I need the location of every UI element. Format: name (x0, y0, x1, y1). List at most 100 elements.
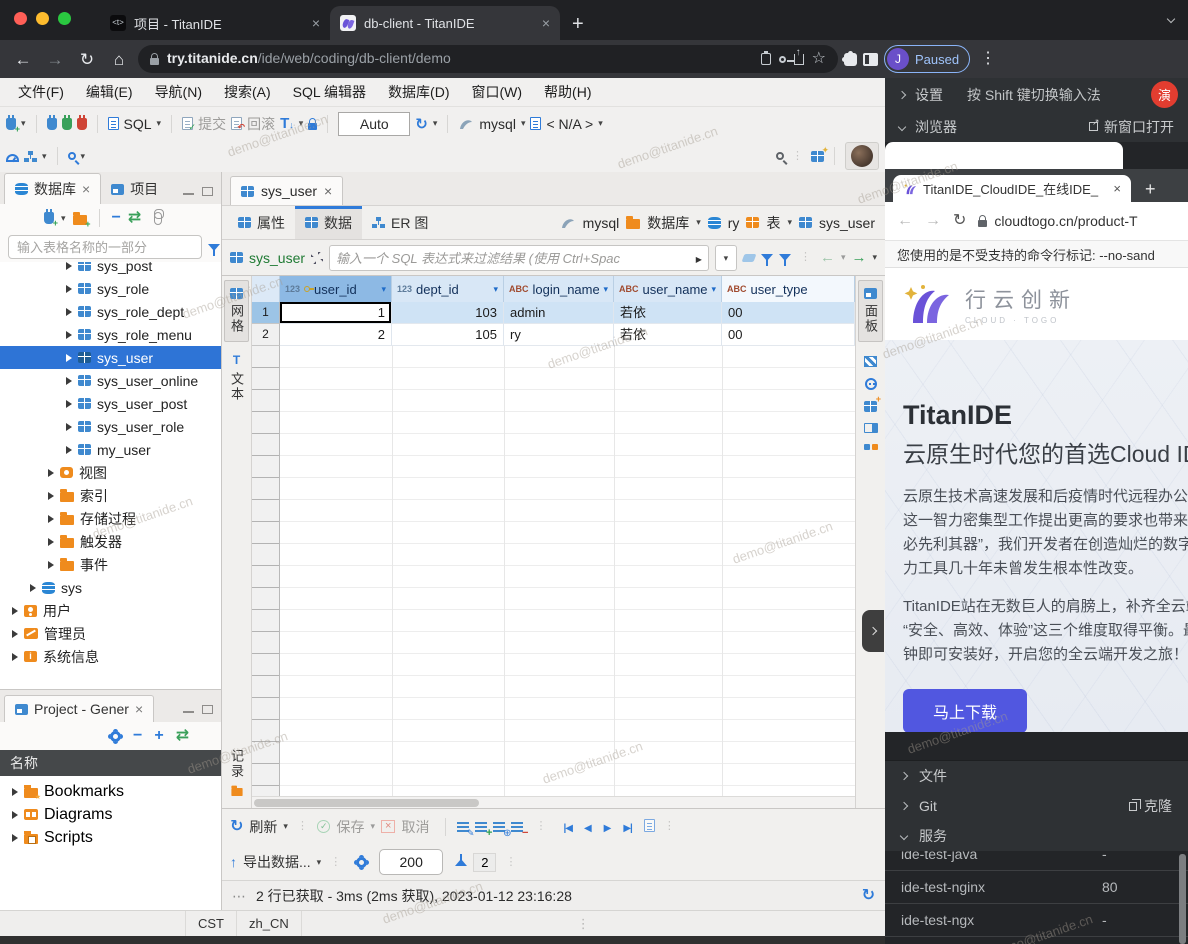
expand-icon[interactable] (66, 446, 72, 454)
save-filter-icon[interactable] (761, 254, 773, 261)
column-header-user-id[interactable]: 123 user_id (280, 276, 392, 302)
expand-icon[interactable] (12, 834, 18, 842)
lock-transaction-icon[interactable] (308, 123, 317, 130)
refresh-icon[interactable] (230, 819, 243, 835)
preview-tab[interactable]: TitanIDE_CloudIDE_在线IDE_ (893, 175, 1131, 202)
aggregate-icons[interactable] (864, 444, 878, 450)
home-button[interactable] (106, 51, 132, 68)
active-connection-select[interactable]: mysql (479, 116, 516, 132)
tree-item-procedures[interactable]: 存储过程 (0, 507, 221, 530)
service-row-ngx[interactable]: ide-test-ngx - (885, 904, 1188, 937)
fetch-size-input[interactable] (379, 849, 443, 875)
project-item-scripts[interactable]: Scripts (0, 826, 221, 849)
close-view-icon[interactable] (82, 182, 90, 196)
caret-icon[interactable] (696, 218, 701, 227)
expand-icon[interactable] (48, 561, 54, 569)
result-settings-icon[interactable] (356, 857, 367, 868)
expand-icon[interactable] (66, 308, 72, 316)
new-connection-icon[interactable]: + (6, 118, 16, 130)
connect-icon[interactable] (47, 118, 57, 130)
services-scrollbar-thumb[interactable] (1179, 854, 1186, 944)
tree-item-sys-user-role[interactable]: sys_user_role (0, 415, 221, 438)
tree-item-my-user[interactable]: my_user (0, 438, 221, 461)
menu-help[interactable]: 帮助(H) (534, 82, 601, 102)
presentation-grid-tab[interactable]: 网格 (224, 280, 249, 342)
download-now-button[interactable]: 马上下载 (903, 689, 1027, 732)
subtab-data[interactable]: 数据 (295, 206, 362, 239)
transaction-caret-icon[interactable] (299, 119, 304, 128)
expand-icon[interactable] (66, 377, 72, 385)
expand-icon[interactable] (12, 788, 18, 796)
apply-filter-icon[interactable] (696, 250, 702, 266)
tree-item-sys-user-online[interactable]: sys_user_online (0, 369, 221, 392)
breadcrumb-tables[interactable]: 表 (766, 213, 780, 233)
sort-icon[interactable] (603, 285, 608, 294)
subtab-properties[interactable]: 属性 (228, 206, 295, 239)
maximize-view-icon[interactable] (202, 705, 213, 714)
settings-gear-icon[interactable] (110, 731, 121, 742)
extensions-icon[interactable] (844, 53, 857, 66)
share-icon[interactable] (794, 54, 804, 65)
sql-caret-icon[interactable] (157, 119, 162, 128)
value-viewer-icon[interactable] (864, 356, 877, 367)
filter-icon[interactable] (208, 244, 220, 251)
prev-caret-icon[interactable] (841, 253, 846, 262)
menu-navigate[interactable]: 导航(N) (145, 82, 212, 102)
bookmark-star-icon[interactable] (812, 51, 826, 67)
tab-projects[interactable]: 项目 (101, 174, 168, 204)
sort-icon[interactable] (493, 285, 498, 294)
expand-icon[interactable] (30, 584, 36, 592)
menu-edit[interactable]: 编辑(E) (76, 82, 143, 102)
schema-caret-icon[interactable] (598, 119, 603, 128)
expand-icon[interactable] (66, 423, 72, 431)
menu-window[interactable]: 窗口(W) (462, 82, 533, 102)
cancel-button[interactable]: 取消 (401, 817, 429, 837)
grid-empty-area[interactable] (252, 346, 855, 796)
expand-icon[interactable] (12, 653, 18, 661)
auto-commit-select[interactable]: Auto (338, 112, 410, 136)
collapse-panel-handle[interactable] (862, 610, 884, 652)
back-button[interactable] (897, 213, 913, 229)
dashboard-icon[interactable] (6, 154, 19, 162)
cell-dept-id[interactable]: 105 (392, 324, 504, 346)
column-header-user-name[interactable]: ABC user_name (614, 276, 722, 302)
settings-section[interactable]: 设置 按 Shift 键切换输入法 演 (885, 78, 1188, 111)
collapse-all-icon[interactable] (133, 728, 142, 744)
panel-layout-icon[interactable] (864, 423, 878, 433)
maximize-window-button[interactable] (58, 12, 71, 25)
profile-button[interactable]: J Paused (884, 45, 970, 73)
next-result-icon[interactable] (851, 250, 866, 265)
cell-user-name[interactable]: 若依 (614, 302, 722, 324)
network-caret-icon[interactable] (42, 152, 47, 161)
tree-item-sys-user-post[interactable]: sys_user_post (0, 392, 221, 415)
row-number[interactable]: 2 (252, 324, 280, 346)
service-row-java[interactable]: ide-test-java - (885, 851, 1188, 871)
close-editor-icon[interactable] (324, 184, 332, 198)
history-caret-icon[interactable] (433, 119, 438, 128)
minimize-view-icon[interactable] (183, 193, 194, 196)
rollback-icon[interactable]: ↶ (231, 117, 242, 130)
tree-item-triggers[interactable]: 触发器 (0, 530, 221, 553)
sql-filter-input[interactable]: 输入一个 SQL 表达式来过滤结果 (使用 Ctrl+Spac (329, 245, 709, 271)
service-row-mysql[interactable]: mysql 3306 (885, 937, 1188, 944)
panels-tab[interactable]: 面板 (858, 280, 883, 342)
maximize-view-icon[interactable] (202, 187, 213, 196)
refresh-button[interactable]: 刷新 (249, 817, 277, 837)
sql-button[interactable]: SQL (124, 116, 152, 132)
scrollbar-thumb[interactable] (254, 799, 479, 807)
sync-icon[interactable] (176, 728, 189, 744)
row-number[interactable]: 1 (252, 302, 280, 324)
tree-item-system-info[interactable]: 系统信息 (0, 645, 221, 668)
address-bar[interactable]: try.titanide.cn/ide/web/coding/db-client… (138, 45, 838, 73)
files-section[interactable]: 文件 (885, 761, 1188, 791)
tree-item-sys-role-menu[interactable]: sys_role_menu (0, 323, 221, 346)
breadcrumb-databases[interactable]: 数据库 (647, 213, 689, 233)
expand-icon[interactable] (66, 400, 72, 408)
collapse-all-icon[interactable] (112, 210, 121, 226)
column-header-login-name[interactable]: ABC login_name (504, 276, 614, 302)
new-connection-icon[interactable]: + (44, 212, 54, 224)
last-row-icon[interactable] (623, 819, 632, 834)
calc-panel-icon[interactable]: + (864, 401, 877, 412)
new-table-icon[interactable]: ✦ (811, 151, 824, 162)
side-panel-icon[interactable] (863, 53, 878, 66)
